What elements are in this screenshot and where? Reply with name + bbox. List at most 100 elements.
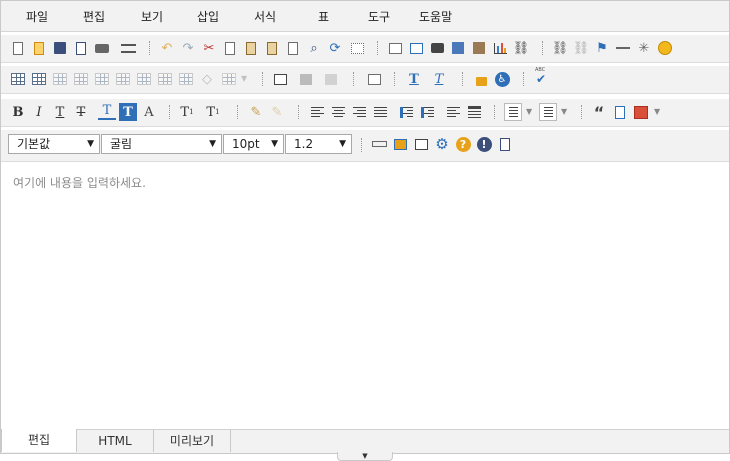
select-all-icon[interactable] [348, 39, 366, 57]
delete-row-icon[interactable] [72, 70, 90, 88]
special-char-icon[interactable]: ✳ [635, 39, 653, 57]
chart-icon[interactable] [491, 39, 509, 57]
font-color-button[interactable]: T [98, 103, 116, 120]
delete-column-icon[interactable] [114, 70, 132, 88]
fullscreen-icon[interactable] [412, 135, 430, 153]
align-center-icon[interactable] [329, 103, 347, 121]
help-icon[interactable]: ? [454, 135, 472, 153]
underline-button[interactable]: T [51, 103, 69, 121]
editor-content-area[interactable]: 여기에 내용을 입력하세요. [1, 163, 729, 429]
insert-table-icon[interactable] [9, 70, 27, 88]
bold-button[interactable]: B [9, 103, 27, 121]
lock-icon[interactable] [472, 70, 490, 88]
paste-word-icon[interactable] [284, 39, 302, 57]
line-height-select[interactable]: 1.2 ▼ [285, 134, 352, 154]
chevron-down-icon[interactable]: ▼ [241, 74, 247, 83]
chevron-down-icon[interactable]: ▼ [654, 107, 660, 116]
camera-icon[interactable] [428, 39, 446, 57]
undo-icon[interactable]: ↶ [158, 39, 176, 57]
chevron-down-icon[interactable]: ▼ [526, 107, 532, 116]
spell-check-icon[interactable]: ✔ ABC [532, 67, 550, 88]
settings-icon[interactable]: ⚙ [433, 135, 451, 153]
accessibility-icon[interactable]: ♿ [493, 70, 511, 88]
blockquote-icon[interactable]: “ [590, 103, 608, 122]
insert-column-icon[interactable] [93, 70, 111, 88]
paste-icon[interactable] [242, 39, 260, 57]
send-back-icon[interactable] [322, 70, 340, 88]
menu-file[interactable]: 파일 [26, 8, 48, 25]
bring-front-icon[interactable] [297, 70, 315, 88]
line-spacing-icon[interactable] [465, 103, 483, 121]
resize-handle[interactable]: ▼ [337, 452, 393, 461]
insert-row-icon[interactable] [51, 70, 69, 88]
indent-icon[interactable] [418, 103, 436, 121]
media-icon[interactable] [470, 39, 488, 57]
bookmark-icon[interactable]: ⚑ [593, 39, 611, 57]
cell-fill-icon[interactable]: ◇ [198, 70, 216, 88]
merge-cells-icon[interactable] [135, 70, 153, 88]
link-object-icon[interactable]: ⛓ [512, 39, 530, 57]
layer-icon[interactable] [271, 70, 289, 88]
template-icon[interactable] [611, 103, 629, 121]
strikethrough-button[interactable]: T [72, 103, 90, 121]
paragraph-style-select[interactable]: 기본값 ▼ [8, 134, 100, 154]
copy-icon[interactable] [221, 39, 239, 57]
horizontal-line-icon[interactable] [614, 39, 632, 57]
menu-format[interactable]: 서식 [254, 8, 276, 25]
format-painter-icon[interactable]: ✎ [247, 103, 265, 121]
menu-help[interactable]: 도움말 [419, 8, 452, 25]
background-color-button[interactable]: T [119, 103, 137, 121]
align-right-icon[interactable] [350, 103, 368, 121]
word-spacing-icon[interactable]: T [430, 70, 448, 88]
save-icon[interactable] [51, 39, 69, 57]
tab-preview[interactable]: 미리보기 [154, 430, 231, 452]
tab-html[interactable]: HTML [77, 430, 154, 452]
edit-image-icon[interactable] [407, 39, 425, 57]
print-icon[interactable] [93, 39, 111, 57]
background-image-icon[interactable] [449, 39, 467, 57]
letter-spacing-icon[interactable]: T [405, 70, 423, 88]
menu-insert[interactable]: 삽입 [197, 8, 219, 25]
superscript-button[interactable]: T1 [204, 103, 222, 121]
ordered-list-icon[interactable] [504, 103, 522, 121]
page-break-icon[interactable] [119, 39, 137, 57]
table-properties-icon[interactable] [30, 70, 48, 88]
subscript-button[interactable]: T1 [178, 103, 196, 121]
ruler-icon[interactable] [370, 135, 388, 153]
unordered-list-icon[interactable] [539, 103, 557, 121]
outdent-icon[interactable] [397, 103, 415, 121]
word-import-icon[interactable] [496, 135, 514, 153]
paragraph-spacing-icon[interactable] [444, 103, 462, 121]
paste-text-icon[interactable] [263, 39, 281, 57]
redo-icon[interactable]: ↷ [179, 39, 197, 57]
replace-icon[interactable]: ⟳ [326, 39, 344, 57]
menu-table[interactable]: 표 [318, 8, 329, 25]
menu-view[interactable]: 보기 [141, 8, 163, 25]
font-family-select[interactable]: 굴림 ▼ [101, 134, 222, 154]
chevron-down-icon[interactable]: ▼ [561, 107, 567, 116]
menu-tools[interactable]: 도구 [368, 8, 390, 25]
open-folder-icon[interactable] [30, 39, 48, 57]
cell-border-icon[interactable] [220, 70, 238, 88]
font-size-select[interactable]: 10pt ▼ [223, 134, 284, 154]
align-justify-icon[interactable] [371, 103, 389, 121]
save-as-icon[interactable] [72, 39, 90, 57]
calendar-icon[interactable] [632, 103, 650, 121]
find-icon[interactable]: ⌕ [305, 39, 323, 57]
unlink-icon[interactable]: ⛓ [572, 39, 590, 57]
info-icon[interactable]: ! [475, 135, 493, 153]
hyperlink-icon[interactable]: ⛓ [551, 39, 569, 57]
cell-properties-icon[interactable] [177, 70, 195, 88]
paste-format-icon[interactable]: ✎ [268, 103, 286, 121]
clear-format-button[interactable]: A [140, 103, 158, 121]
preview-page-icon[interactable] [391, 135, 409, 153]
new-document-icon[interactable] [9, 39, 27, 57]
menu-edit[interactable]: 편집 [83, 8, 105, 25]
image-icon[interactable] [386, 39, 404, 57]
cut-icon[interactable]: ✂ [200, 39, 218, 57]
div-box-icon[interactable] [365, 70, 383, 88]
split-cells-icon[interactable] [156, 70, 174, 88]
align-left-icon[interactable] [308, 103, 326, 121]
italic-button[interactable]: I [30, 103, 48, 121]
emoticon-icon[interactable] [656, 39, 674, 57]
